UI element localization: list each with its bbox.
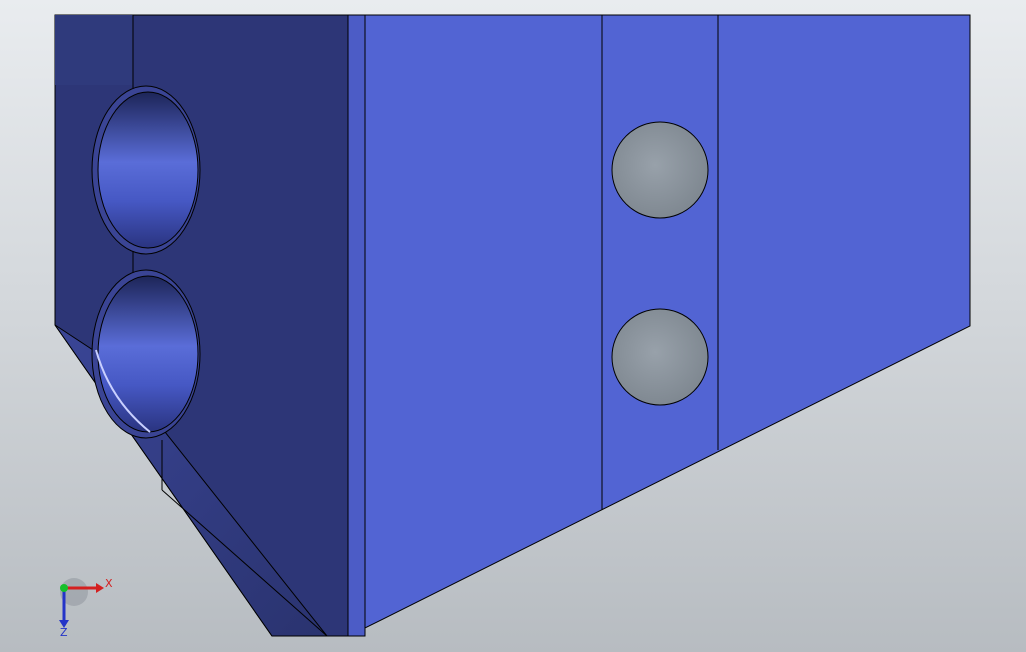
counterbore-hole-upper-inner[interactable]: [97, 91, 199, 249]
y-axis-dot: [60, 584, 68, 592]
x-axis-arrowhead: [96, 583, 104, 593]
edge-band-face[interactable]: [347, 14, 366, 637]
part-model[interactable]: [0, 0, 1026, 652]
z-axis-label: Z: [60, 626, 68, 639]
through-hole-upper[interactable]: [611, 121, 709, 219]
counterbore-hole-lower-inner[interactable]: [97, 275, 199, 433]
through-hole-lower[interactable]: [611, 308, 709, 406]
side-strip-face[interactable]: [55, 15, 133, 85]
orientation-triad: X Z: [59, 577, 113, 639]
x-axis-label: X: [105, 577, 113, 590]
graphics-viewport[interactable]: X Z: [0, 0, 1026, 652]
